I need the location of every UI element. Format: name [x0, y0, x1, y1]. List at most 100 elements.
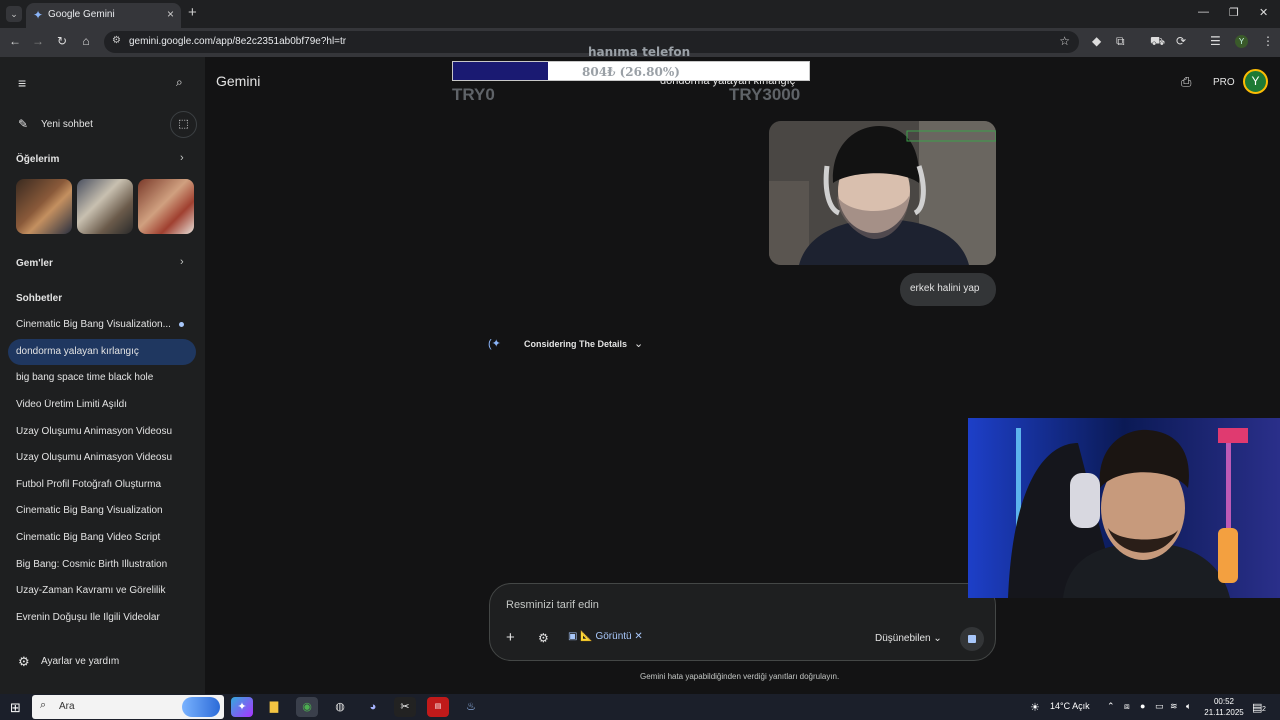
avatar[interactable]: Y: [1243, 69, 1268, 94]
weather-icon[interactable]: ☀: [1030, 701, 1040, 714]
chat-item[interactable]: Cinematic Big Bang Video Script: [16, 532, 176, 543]
donation-progress-bar: 804₺ (26.80%): [452, 61, 810, 81]
settings-help-button[interactable]: Ayarlar ve yardım: [41, 656, 119, 667]
gemini-favicon-icon: ✦: [33, 8, 44, 22]
tab-close-icon[interactable]: ×: [167, 7, 174, 21]
chat-item[interactable]: Cinematic Big Bang Visualization...: [16, 319, 176, 330]
discord-icon[interactable]: ◕: [362, 697, 384, 717]
gems-heading[interactable]: Gem'ler: [16, 258, 53, 269]
item-thumbnail[interactable]: [138, 179, 194, 234]
bookmark-star-icon[interactable]: ☆: [1059, 34, 1070, 48]
capcut-icon[interactable]: ✂: [394, 697, 416, 717]
stop-button[interactable]: [960, 627, 984, 651]
pro-badge: PRO: [1213, 77, 1235, 88]
tray-display-icon[interactable]: ▭: [1155, 701, 1164, 712]
search-icon[interactable]: ⌕: [176, 75, 183, 90]
donation-goal-title: hanıma telefon: [588, 45, 691, 59]
menu-icon[interactable]: ≡: [18, 75, 26, 91]
image-chip-label: Görüntü: [595, 631, 632, 642]
notification-count: 2: [1262, 706, 1266, 713]
new-chat-button[interactable]: Yeni sohbet: [41, 119, 93, 130]
browser-tab[interactable]: ✦ Google Gemini ×: [26, 3, 181, 28]
model-mode-selector[interactable]: Düşünebilen ⌄: [875, 633, 942, 644]
clock-time: 00:52: [1213, 697, 1235, 706]
windows-taskbar: ⊞ ⌕ Ara ✦ ▇ ◉ ◍ ◕ ✂ ▤ ♨ ☀ 14°C Açık ⌃ ⧈ …: [0, 694, 1280, 720]
chat-item[interactable]: Uzay Oluşumu Animasyon Videosu: [16, 452, 176, 463]
chat-item[interactable]: big bang space time black hole: [16, 372, 176, 383]
extension-diamond-icon[interactable]: ◆: [1092, 34, 1101, 48]
edit-icon: ✎: [18, 117, 29, 131]
chat-item[interactable]: Evrenin Doğuşu İle İlgili Videolar: [16, 612, 176, 623]
extension-translate-icon[interactable]: ⟳: [1176, 34, 1186, 48]
prompt-input[interactable]: Resminizi tarif edin: [506, 599, 599, 611]
chevron-right-icon[interactable]: ›: [180, 256, 184, 268]
tab-search-button[interactable]: ⌄: [6, 6, 22, 22]
windows-start-icon[interactable]: ⊞: [10, 700, 21, 716]
webcam-overlay: [968, 418, 1280, 598]
chat-item[interactable]: Video Üretim Limiti Aşıldı: [16, 399, 176, 410]
taskbar-search[interactable]: ⌕ Ara: [32, 695, 224, 719]
chat-item[interactable]: Uzay-Zaman Kavramı ve Görelilik: [16, 585, 176, 596]
main-content: Gemini dondorma yalayan kırlangıç ⎙ PRO …: [205, 57, 1280, 694]
unread-dot-icon: [179, 322, 184, 327]
taskbar-clock[interactable]: 00:52 21.11.2025: [1203, 696, 1245, 718]
user-uploaded-image[interactable]: [769, 121, 996, 265]
image-tool-chip[interactable]: ▣ 📐 Görüntü ✕: [568, 631, 643, 642]
restore-icon[interactable]: ❐: [1229, 6, 1239, 19]
volume-icon[interactable]: 🔈︎: [1186, 701, 1191, 712]
donation-progress-text: 804₺ (26.80%): [582, 65, 680, 79]
chevron-right-icon[interactable]: ›: [180, 152, 184, 164]
thinking-label: Considering The Details: [524, 339, 628, 349]
browser-tab-bar: ⌄ ✦ Google Gemini × + — ❐ ✕: [0, 0, 1280, 28]
file-explorer-icon[interactable]: ▇: [263, 697, 285, 717]
microphone-icon[interactable]: ●: [1140, 701, 1145, 711]
notification-icon[interactable]: ▤: [1252, 701, 1262, 714]
home-icon[interactable]: ⌂: [78, 34, 94, 48]
sidebar: ≡ ⌕ ✎ Yeni sohbet ⬚ Öğelerim › Gem'ler ›…: [0, 57, 205, 694]
reload-icon[interactable]: ↻: [54, 34, 70, 48]
chevron-up-icon[interactable]: ⌃: [1107, 701, 1115, 712]
steam-icon[interactable]: ♨: [460, 697, 482, 717]
chat-item[interactable]: Cinematic Big Bang Visualization: [16, 505, 176, 516]
extensions-puzzle-icon[interactable]: ⧉: [1116, 34, 1125, 49]
app-circle-icon[interactable]: ◍: [329, 697, 351, 717]
my-items-heading[interactable]: Öğelerim: [16, 154, 59, 165]
minimize-icon[interactable]: —: [1198, 6, 1209, 18]
back-icon[interactable]: ←: [7, 34, 23, 48]
disclaimer-text: Gemini hata yapabildiğinden verdiği yanı…: [640, 672, 840, 681]
gemini-brand[interactable]: Gemini: [216, 73, 260, 89]
chevron-down-icon: ⌄: [930, 633, 942, 644]
image-gallery-icon: ▣ 📐: [568, 631, 596, 642]
item-thumbnail[interactable]: [77, 179, 133, 234]
search-highlight-image: [182, 697, 220, 717]
settings-gear-icon: ⚙: [18, 654, 30, 669]
wifi-icon[interactable]: ≋: [1170, 701, 1178, 712]
extension-car-icon[interactable]: ⛟: [1150, 34, 1165, 50]
chat-item[interactable]: dondorma yalayan kırlangıç: [16, 346, 176, 357]
browser-menu-icon[interactable]: ⋮: [1262, 34, 1274, 48]
add-attachment-icon[interactable]: +: [506, 629, 515, 646]
chat-item[interactable]: Big Bang: Cosmic Birth Illustration: [16, 559, 176, 570]
mode-label: Düşünebilen: [875, 633, 931, 644]
window-close-icon[interactable]: ✕: [1259, 6, 1268, 19]
site-info-icon[interactable]: ⚙: [112, 35, 121, 46]
media-app-icon[interactable]: ▤: [427, 697, 449, 717]
chevron-down-icon[interactable]: ⌄: [634, 337, 643, 350]
chat-item[interactable]: Futbol Profil Fotoğrafı Oluşturma: [16, 479, 176, 490]
chat-item[interactable]: Uzay Oluşumu Animasyon Videosu: [16, 426, 176, 437]
close-icon[interactable]: ✕: [632, 631, 642, 642]
copilot-icon[interactable]: ✦: [231, 697, 253, 717]
tools-icon[interactable]: ⚙: [538, 631, 549, 645]
new-tab-button[interactable]: +: [188, 4, 197, 21]
reading-list-icon[interactable]: ☰: [1210, 34, 1221, 48]
forward-icon[interactable]: →: [30, 34, 46, 48]
stop-icon: [968, 635, 976, 643]
tray-app-icon[interactable]: ⧈: [1124, 701, 1130, 712]
share-icon[interactable]: ⎙: [1181, 74, 1191, 90]
item-thumbnail[interactable]: [16, 179, 72, 234]
search-icon: ⌕: [40, 699, 47, 711]
browser-profile-avatar[interactable]: Y: [1235, 35, 1248, 48]
temporary-chat-icon[interactable]: ⬚: [170, 111, 197, 138]
weather-text[interactable]: 14°C Açık: [1050, 701, 1090, 711]
chrome-icon[interactable]: ◉: [296, 697, 318, 717]
